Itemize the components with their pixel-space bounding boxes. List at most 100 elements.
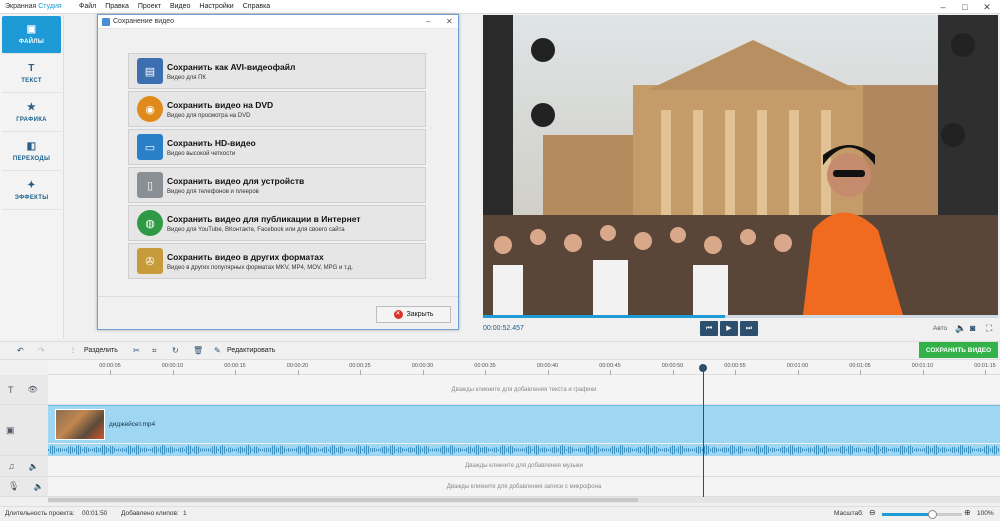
sidebar-item-transitions[interactable]: ◧ ПЕРЕХОДЫ: [2, 133, 61, 171]
snapshot-icon[interactable]: ◙: [970, 323, 975, 333]
waveform-bar: [662, 448, 663, 452]
waveform-bar: [948, 448, 949, 452]
menu-edit[interactable]: Правка: [105, 3, 129, 10]
playback-progress-bar[interactable]: [483, 315, 998, 318]
edit-icon[interactable]: ✎: [214, 346, 221, 355]
text-track[interactable]: Дважды кликните для добавления текста и …: [48, 375, 1000, 405]
edit-button[interactable]: Редактировать: [227, 347, 275, 354]
zoom-slider[interactable]: [882, 510, 962, 519]
save-hd-option[interactable]: ▭ Сохранить HD-видео Видео высокой четкос…: [128, 129, 426, 165]
menu-project[interactable]: Проект: [138, 3, 161, 10]
sidebar-item-text[interactable]: T ТЕКСТ: [2, 55, 61, 93]
waveform-bar: [860, 448, 861, 452]
waveform-bar: [850, 445, 851, 455]
split-icon[interactable]: ⫶: [72, 346, 74, 356]
ruler-tick-label: 00:00:15: [224, 363, 246, 369]
speaker-icon[interactable]: 🔈: [29, 462, 39, 471]
zoom-slider-handle[interactable]: [927, 510, 937, 519]
next-frame-button[interactable]: ⏭: [740, 321, 758, 336]
redo-icon[interactable]: ↷: [38, 346, 45, 355]
waveform-bar: [138, 445, 139, 455]
volume-mode-label[interactable]: Авто: [933, 325, 947, 332]
waveform-bar: [500, 446, 501, 454]
waveform-bar: [684, 448, 685, 452]
trash-icon[interactable]: 🗑: [193, 346, 203, 355]
waveform-bar: [48, 449, 49, 451]
waveform-bar: [790, 445, 791, 455]
music-track[interactable]: Дважды кликните для добавления музыки: [48, 456, 1000, 477]
save-video-button[interactable]: СОХРАНИТЬ ВИДЕО: [919, 342, 998, 358]
waveform-bar: [90, 448, 91, 452]
waveform-bar: [564, 446, 565, 454]
waveform-bar: [716, 447, 717, 453]
minimize-icon[interactable]: –: [426, 15, 430, 29]
timeline-ruler[interactable]: 00:00:05 00:00:10 00:00:15 00:00:20 00:00:25…: [48, 360, 1000, 375]
zoom-in-icon[interactable]: ⊕: [964, 508, 971, 517]
audio-waveform[interactable]: [48, 444, 1000, 456]
rotate-icon[interactable]: ↻: [172, 346, 179, 355]
video-track[interactable]: диджейсет.mp4: [48, 405, 1000, 443]
waveform-bar: [180, 447, 181, 453]
undo-icon[interactable]: ↶: [17, 346, 24, 355]
save-devices-option[interactable]: ▯ Сохранить видео для устройств Видео для…: [128, 167, 426, 203]
waveform-bar: [304, 447, 305, 453]
minimize-icon[interactable]: –: [932, 0, 954, 14]
waveform-bar: [788, 447, 789, 453]
waveform-bar: [664, 448, 665, 452]
waveform-bar: [56, 448, 57, 452]
maximize-icon[interactable]: □: [954, 0, 976, 14]
waveform-bar: [990, 448, 991, 452]
waveform-bar: [992, 446, 993, 454]
waveform-bar: [426, 446, 427, 454]
waveform-bar: [846, 448, 847, 452]
waveform-bar: [896, 448, 897, 452]
waveform-bar: [886, 447, 887, 453]
video-camera-icon: ▣: [6, 424, 15, 435]
waveform-bar: [370, 448, 371, 452]
crop-icon[interactable]: ⌗: [152, 346, 157, 356]
save-internet-option[interactable]: ◍ Сохранить видео для публикации в Интер…: [128, 205, 426, 241]
waveform-bar: [540, 448, 541, 452]
waveform-bar: [760, 447, 761, 453]
timeline-scrollbar[interactable]: [48, 497, 1000, 503]
sidebar-item-files[interactable]: ▣ ФАЙЛЫ: [2, 16, 61, 54]
playhead-handle[interactable]: [699, 364, 707, 372]
waveform-bar: [274, 445, 275, 455]
zoom-out-icon[interactable]: ⊖: [869, 508, 876, 517]
microphone-track[interactable]: Дважды кликните для добавления записи с …: [48, 477, 1000, 497]
scissors-icon[interactable]: ✂: [133, 346, 140, 355]
waveform-bar: [832, 448, 833, 452]
scrollbar-thumb[interactable]: [48, 498, 638, 502]
split-button[interactable]: Разделить: [84, 347, 118, 354]
waveform-bar: [326, 447, 327, 453]
waveform-bar: [770, 448, 771, 452]
visibility-eye-icon[interactable]: 👁: [28, 385, 38, 394]
save-avi-option[interactable]: ▤ Сохранить как AVI-видеофайл Видео для П…: [128, 53, 426, 89]
save-other-formats-option[interactable]: ✇ Сохранить видео в других форматах Видео…: [128, 243, 426, 279]
waveform-bar: [890, 448, 891, 452]
speaker-icon[interactable]: 🔈: [33, 482, 43, 491]
sidebar-item-effects[interactable]: ✦ ЭФФЕКТЫ: [2, 172, 61, 210]
menu-help[interactable]: Справка: [243, 3, 270, 10]
close-window-icon[interactable]: ✕: [976, 0, 998, 14]
waveform-bar: [734, 446, 735, 454]
clip-thumbnail[interactable]: [55, 409, 105, 440]
waveform-bar: [464, 448, 465, 452]
menu-settings[interactable]: Настройки: [199, 3, 233, 10]
save-dvd-option[interactable]: ◉ Сохранить видео на DVD Видео для просмо…: [128, 91, 426, 127]
waveform-bar: [242, 447, 243, 453]
close-dialog-button[interactable]: ✕ Закрыть: [376, 306, 451, 323]
fullscreen-icon[interactable]: ⛶: [986, 323, 992, 334]
playhead-line[interactable]: [703, 365, 704, 497]
waveform-bar: [536, 445, 537, 455]
waveform-bar: [986, 445, 987, 455]
waveform-bar: [382, 446, 383, 454]
video-preview[interactable]: [483, 15, 998, 315]
previous-frame-button[interactable]: ⏮: [700, 321, 718, 336]
close-icon[interactable]: ✕: [446, 15, 453, 29]
menu-video[interactable]: Видео: [170, 3, 190, 10]
menu-file[interactable]: Файл: [79, 3, 96, 10]
speaker-icon[interactable]: 🔈: [955, 323, 966, 334]
sidebar-item-graphics[interactable]: ★ ГРАФИКА: [2, 94, 61, 132]
play-button[interactable]: ▶: [720, 321, 738, 336]
